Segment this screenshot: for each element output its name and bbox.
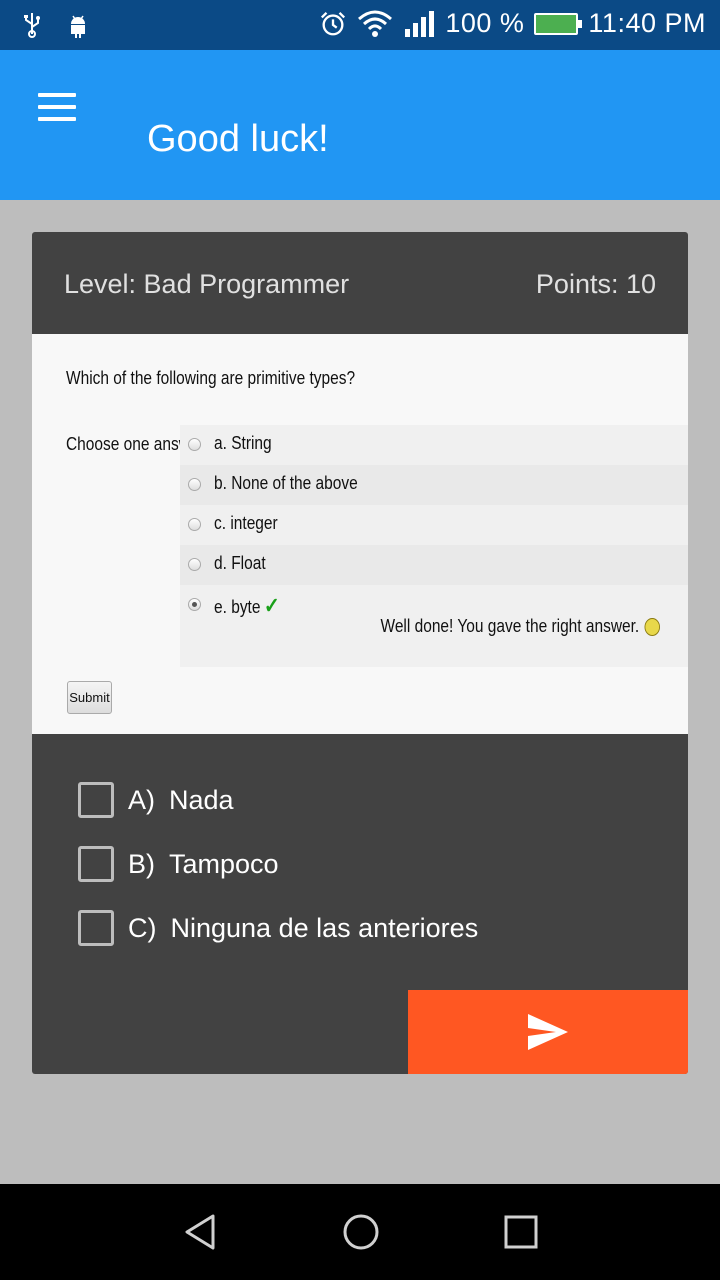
checkbox[interactable] (78, 910, 114, 946)
points-label: Points: 10 (535, 269, 656, 299)
radio-icon (188, 558, 201, 571)
back-icon[interactable] (181, 1212, 221, 1252)
recents-icon[interactable] (501, 1212, 541, 1252)
radio-icon (188, 518, 201, 531)
feedback-text: Well done! You gave the right answer. (380, 616, 640, 636)
list-item: b. None of the above (180, 465, 688, 505)
signal-icon (405, 10, 435, 37)
home-icon[interactable] (341, 1212, 381, 1252)
checkbox[interactable] (78, 782, 114, 818)
list-item: a. String (180, 425, 688, 465)
answer-text: Tampoco (169, 848, 279, 879)
radio-icon (188, 438, 201, 451)
answer-letter: C) (128, 912, 157, 943)
answer-text: Ninguna de las anteriores (170, 912, 479, 943)
status-bar: 100 % 11:40 PM (0, 0, 720, 50)
feedback-message: Well done! You gave the right answer. (381, 616, 660, 637)
status-time: 11:40 PM (588, 8, 706, 38)
option-label: c. integer (214, 513, 278, 533)
wifi-icon (358, 10, 393, 37)
app-bar: Good luck! (0, 50, 720, 200)
checkbox[interactable] (78, 846, 114, 882)
battery-icon (534, 12, 583, 35)
answer-option-a[interactable]: A) Nada (78, 780, 234, 820)
send-icon (528, 1014, 568, 1050)
answer-option-b[interactable]: B) Tampoco (78, 844, 279, 884)
app-title: Good luck! (147, 118, 329, 160)
level-label: Level: Bad Programmer (64, 269, 350, 299)
submit-button: Submit (67, 681, 112, 714)
option-label: a. String (214, 433, 272, 453)
option-label: b. None of the above (214, 473, 358, 493)
list-item: c. integer (180, 505, 688, 545)
usb-icon (24, 13, 40, 38)
answer-letter: B) (128, 848, 155, 879)
answer-option-c[interactable]: C) Ninguna de las anteriores (78, 908, 478, 948)
nav-bar (0, 1184, 720, 1280)
checkmark-icon: ✓ (263, 593, 280, 618)
question-image: Which of the following are primitive typ… (32, 334, 688, 734)
alarm-icon (321, 11, 346, 35)
list-item: d. Float (180, 545, 688, 585)
android-icon (71, 15, 85, 38)
radio-checked-icon (188, 598, 201, 611)
card-header: Level: Bad Programmer Points: 10 (32, 232, 688, 333)
radio-icon (188, 478, 201, 491)
question-text: Which of the following are primitive typ… (66, 368, 356, 388)
send-button[interactable] (408, 990, 688, 1074)
menu-icon[interactable] (38, 93, 76, 121)
option-label-selected: e. byte ✓ (214, 593, 280, 619)
battery-percent: 100 % (445, 8, 525, 38)
option-text: e. byte (214, 597, 261, 617)
option-label: d. Float (214, 553, 266, 573)
answer-letter: A) (128, 784, 155, 815)
question-card: Level: Bad Programmer Points: 10 Which o… (32, 232, 688, 1074)
answer-text: Nada (169, 784, 234, 815)
smiley-icon (644, 618, 660, 637)
